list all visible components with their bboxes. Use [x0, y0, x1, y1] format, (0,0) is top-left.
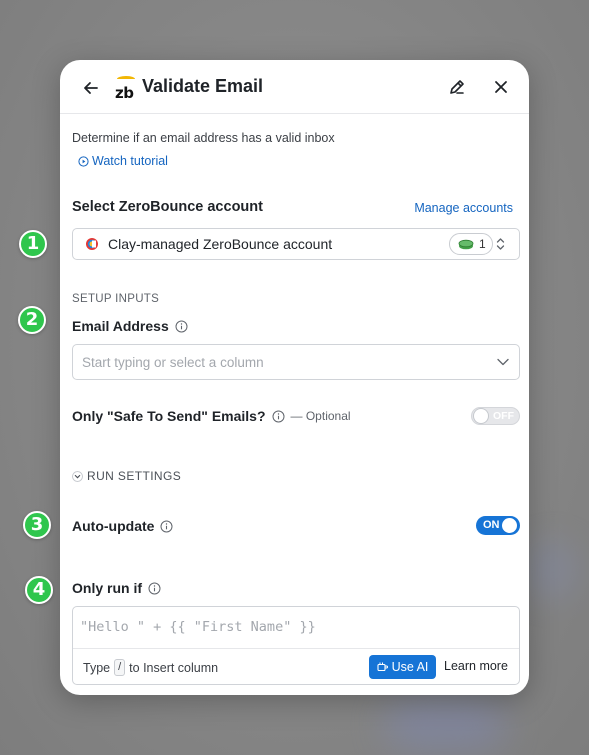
background-blur: [385, 700, 505, 750]
safe-to-send-label: Only "Safe To Send" Emails? — Optional: [72, 408, 351, 424]
watch-tutorial-label: Watch tutorial: [92, 154, 168, 168]
info-icon[interactable]: [175, 320, 188, 333]
info-icon[interactable]: [160, 520, 173, 533]
optional-tag: — Optional: [290, 409, 351, 423]
toggle-knob: [474, 409, 488, 423]
only-run-if-text: Only run if: [72, 580, 142, 596]
run-settings-label: RUN SETTINGS: [87, 469, 182, 483]
play-circle-icon: [78, 155, 89, 167]
updown-chevron-icon: [496, 238, 505, 250]
chevron-down-icon: [497, 358, 509, 366]
chevron-down-icon: [72, 470, 83, 482]
zerobounce-logo: zb: [115, 76, 137, 102]
formula-footer: Type / to Insert column Use AI Learn mor…: [73, 650, 519, 685]
account-section-label: Select ZeroBounce account: [72, 199, 263, 215]
run-settings-toggle[interactable]: RUN SETTINGS: [72, 469, 181, 483]
auto-update-label: Auto-update: [72, 518, 173, 534]
only-run-if-label: Only run if: [72, 580, 161, 596]
auto-update-toggle[interactable]: ON: [476, 516, 520, 535]
learn-more-link[interactable]: Learn more: [444, 659, 508, 673]
hint-prefix: Type: [83, 660, 111, 675]
modal-description: Determine if an email address has a vali…: [72, 131, 335, 145]
email-column-select[interactable]: Start typing or select a column: [72, 344, 520, 380]
coin-stack-icon: [458, 239, 474, 250]
credit-count: 1: [479, 237, 486, 251]
toggle-state-label: OFF: [493, 410, 514, 422]
email-address-label: Email Address: [72, 318, 188, 334]
formula-input[interactable]: "Hello " + {{ "First Name" }}: [73, 607, 519, 649]
safe-to-send-text: Only "Safe To Send" Emails?: [72, 408, 266, 424]
safe-to-send-toggle[interactable]: OFF: [471, 407, 520, 425]
use-ai-label: Use AI: [391, 660, 429, 674]
setup-inputs-label: SETUP INPUTS: [72, 293, 160, 305]
formula-editor: "Hello " + {{ "First Name" }} Type / to …: [72, 606, 520, 685]
manage-accounts-link[interactable]: Manage accounts: [414, 201, 513, 215]
account-select[interactable]: Clay-managed ZeroBounce account 1: [72, 228, 520, 260]
toggle-state-label: ON: [483, 519, 500, 531]
auto-update-text: Auto-update: [72, 518, 155, 534]
ai-icon: [377, 662, 388, 672]
step-badge-2: 2: [18, 306, 46, 334]
modal-title: Validate Email: [142, 76, 264, 96]
formula-placeholder: "Hello " + {{ "First Name" }}: [80, 619, 316, 635]
account-name: Clay-managed ZeroBounce account: [108, 236, 333, 252]
close-icon[interactable]: [492, 78, 510, 96]
step-badge-4: 4: [25, 576, 53, 604]
step-badge-3: 3: [23, 511, 51, 539]
step-badge-1: 1: [19, 230, 47, 258]
validate-email-modal: zb Validate Email Determine if an email …: [60, 60, 529, 695]
modal-header: zb Validate Email: [60, 60, 529, 114]
clay-logo-icon: [86, 238, 98, 250]
back-arrow-icon[interactable]: [80, 77, 102, 99]
info-icon[interactable]: [148, 582, 161, 595]
toggle-knob: [502, 518, 517, 533]
watch-tutorial-link[interactable]: Watch tutorial: [78, 154, 168, 168]
email-address-text: Email Address: [72, 318, 169, 334]
slash-key: /: [114, 659, 126, 676]
info-icon[interactable]: [272, 410, 285, 423]
background-blur: [528, 540, 578, 600]
insert-column-hint: Type / to Insert column: [83, 659, 218, 676]
use-ai-button[interactable]: Use AI: [369, 655, 436, 679]
hint-suffix: to Insert column: [129, 660, 219, 675]
email-placeholder: Start typing or select a column: [82, 355, 264, 370]
credit-badge: 1: [449, 233, 493, 255]
edit-pencil-icon[interactable]: [448, 78, 466, 96]
